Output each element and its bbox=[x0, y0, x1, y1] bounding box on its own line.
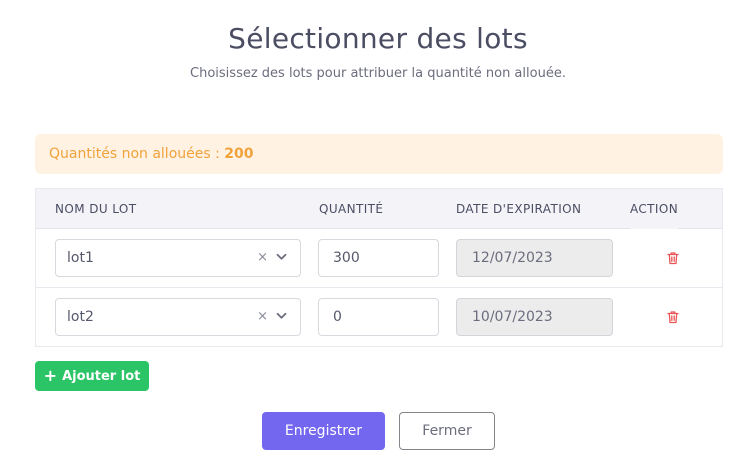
clear-icon[interactable]: × bbox=[257, 240, 268, 276]
chevron-down-icon[interactable] bbox=[276, 253, 287, 261]
clear-icon[interactable]: × bbox=[257, 299, 268, 335]
add-lot-button[interactable]: + Ajouter lot bbox=[35, 361, 149, 391]
unallocated-value: 200 bbox=[224, 146, 254, 162]
header-action: ACTION bbox=[630, 189, 679, 229]
quantity-input[interactable]: 0 bbox=[318, 298, 439, 336]
lot-select[interactable]: lot2 × bbox=[55, 298, 301, 336]
lots-table: NOM DU LOT QUANTITÉ DATE D'EXPIRATION AC… bbox=[35, 188, 723, 347]
expiry-date-field: 10/07/2023 bbox=[456, 298, 613, 336]
expiry-date-field: 12/07/2023 bbox=[456, 239, 613, 277]
save-button[interactable]: Enregistrer bbox=[262, 412, 385, 450]
lot-select-value: lot1 bbox=[67, 250, 94, 266]
unallocated-alert: Quantités non allouées : 200 bbox=[35, 134, 723, 174]
header-lot-name: NOM DU LOT bbox=[55, 202, 137, 216]
lot-select[interactable]: lot1 × bbox=[55, 239, 301, 277]
table-row: lot1 × 300 12/07/2023 bbox=[36, 229, 722, 288]
unallocated-label: Quantités non allouées : bbox=[49, 146, 225, 162]
lot-select-value: lot2 bbox=[67, 309, 94, 325]
table-header: NOM DU LOT QUANTITÉ DATE D'EXPIRATION AC… bbox=[36, 189, 722, 229]
table-row: lot2 × 0 10/07/2023 bbox=[36, 288, 722, 347]
header-quantity: QUANTITÉ bbox=[319, 202, 384, 216]
header-expiry: DATE D'EXPIRATION bbox=[456, 202, 582, 216]
modal-subtitle: Choisissez des lots pour attribuer la qu… bbox=[190, 66, 566, 81]
plus-icon: + bbox=[43, 366, 58, 385]
trash-icon[interactable] bbox=[666, 310, 680, 324]
quantity-input[interactable]: 300 bbox=[318, 239, 439, 277]
chevron-down-icon[interactable] bbox=[276, 312, 287, 320]
modal-title: Sélectionner des lots bbox=[228, 22, 528, 55]
close-button[interactable]: Fermer bbox=[399, 412, 495, 450]
trash-icon[interactable] bbox=[666, 251, 680, 265]
add-lot-label: Ajouter lot bbox=[62, 368, 141, 384]
